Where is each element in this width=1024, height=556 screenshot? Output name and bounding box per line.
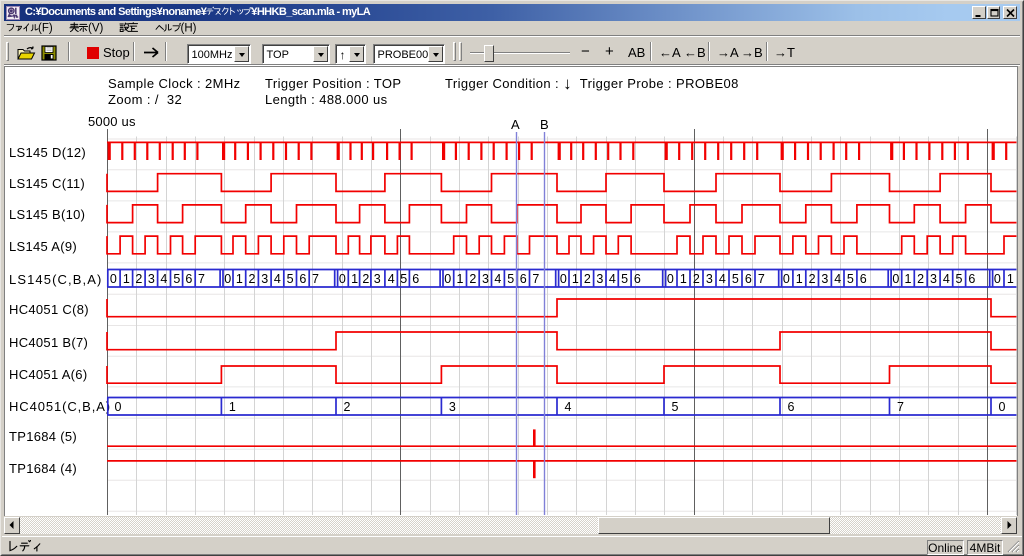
- svg-text:2: 2: [469, 272, 476, 286]
- svg-text:3: 3: [449, 400, 456, 414]
- svg-text:1: 1: [1007, 272, 1014, 286]
- svg-text:1: 1: [457, 272, 464, 286]
- svg-text:4: 4: [943, 272, 950, 286]
- svg-text:2: 2: [135, 272, 142, 286]
- svg-text:0: 0: [339, 272, 346, 286]
- svg-text:4: 4: [609, 272, 616, 286]
- svg-text:1: 1: [905, 272, 912, 286]
- svg-text:2: 2: [584, 272, 591, 286]
- svg-text:6: 6: [412, 272, 419, 286]
- svg-text:7: 7: [198, 272, 205, 286]
- svg-text:7: 7: [312, 272, 319, 286]
- svg-text:5: 5: [400, 272, 407, 286]
- svg-text:1: 1: [351, 272, 358, 286]
- svg-text:1: 1: [572, 272, 579, 286]
- svg-text:5: 5: [621, 272, 628, 286]
- svg-text:5: 5: [672, 400, 679, 414]
- svg-text:5: 5: [732, 272, 739, 286]
- svg-text:6: 6: [520, 272, 527, 286]
- svg-text:3: 3: [596, 272, 603, 286]
- svg-text:1: 1: [796, 272, 803, 286]
- svg-text:7: 7: [532, 272, 539, 286]
- svg-text:0: 0: [115, 400, 122, 414]
- svg-text:2: 2: [917, 272, 924, 286]
- svg-text:0: 0: [999, 400, 1006, 414]
- svg-text:2: 2: [362, 272, 369, 286]
- svg-text:5: 5: [507, 272, 514, 286]
- svg-text:3: 3: [374, 272, 381, 286]
- svg-text:2: 2: [249, 272, 256, 286]
- svg-text:0: 0: [560, 272, 567, 286]
- svg-text:3: 3: [930, 272, 937, 286]
- svg-text:6: 6: [788, 400, 795, 414]
- svg-text:3: 3: [706, 272, 713, 286]
- svg-text:1: 1: [123, 272, 130, 286]
- svg-text:4: 4: [160, 272, 167, 286]
- svg-text:3: 3: [821, 272, 828, 286]
- svg-text:2: 2: [344, 400, 351, 414]
- svg-text:1: 1: [236, 272, 243, 286]
- svg-text:6: 6: [860, 272, 867, 286]
- svg-text:5: 5: [287, 272, 294, 286]
- svg-text:1: 1: [680, 272, 687, 286]
- svg-text:6: 6: [299, 272, 306, 286]
- svg-text:6: 6: [745, 272, 752, 286]
- svg-text:3: 3: [148, 272, 155, 286]
- svg-text:4: 4: [719, 272, 726, 286]
- svg-text:4: 4: [388, 272, 395, 286]
- svg-text:0: 0: [444, 272, 451, 286]
- svg-text:2: 2: [693, 272, 700, 286]
- svg-text:4: 4: [565, 400, 572, 414]
- svg-text:5: 5: [173, 272, 180, 286]
- svg-text:0: 0: [994, 272, 1001, 286]
- svg-text:0: 0: [224, 272, 231, 286]
- svg-text:3: 3: [482, 272, 489, 286]
- svg-text:4: 4: [274, 272, 281, 286]
- svg-text:0: 0: [110, 272, 117, 286]
- svg-text:2: 2: [809, 272, 816, 286]
- svg-text:6: 6: [968, 272, 975, 286]
- svg-text:0: 0: [667, 272, 674, 286]
- svg-text:5: 5: [956, 272, 963, 286]
- svg-text:7: 7: [897, 400, 904, 414]
- svg-text:3: 3: [261, 272, 268, 286]
- svg-text:7: 7: [758, 272, 765, 286]
- svg-text:0: 0: [783, 272, 790, 286]
- svg-text:4: 4: [494, 272, 501, 286]
- svg-text:4: 4: [834, 272, 841, 286]
- svg-text:6: 6: [634, 272, 641, 286]
- svg-text:0: 0: [892, 272, 899, 286]
- svg-text:1: 1: [229, 400, 236, 414]
- svg-text:6: 6: [185, 272, 192, 286]
- svg-text:5: 5: [847, 272, 854, 286]
